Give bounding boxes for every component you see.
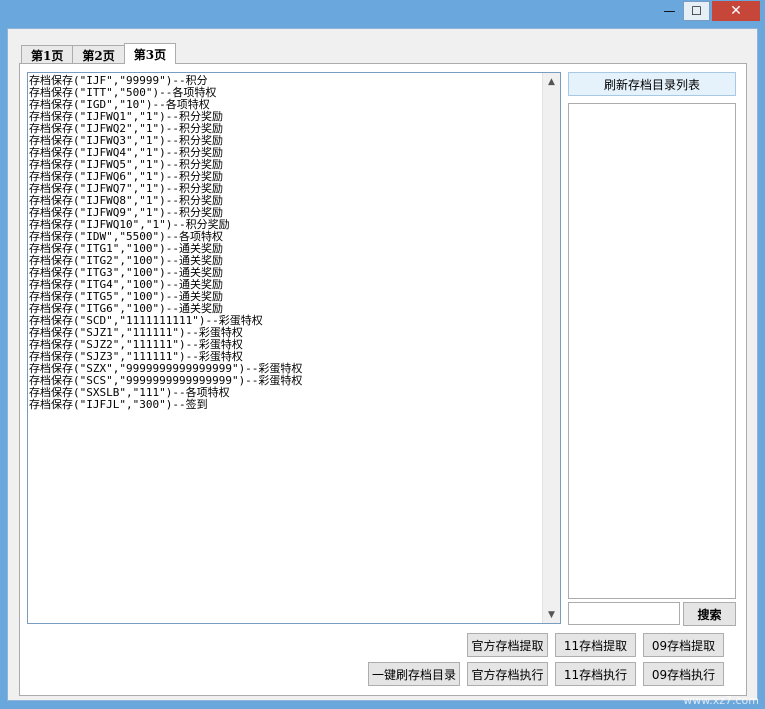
tab-page-2[interactable]: 第2页 [72, 45, 125, 64]
extract-09-button[interactable]: 09存档提取 [643, 633, 724, 657]
execute-11-button[interactable]: 11存档执行 [555, 662, 636, 686]
official-execute-button[interactable]: 官方存档执行 [467, 662, 548, 686]
refresh-archive-list-button[interactable]: 刷新存档目录列表 [568, 72, 736, 96]
official-extract-button[interactable]: 官方存档提取 [467, 633, 548, 657]
search-input[interactable] [568, 602, 680, 625]
execute-09-button[interactable]: 09存档执行 [643, 662, 724, 686]
script-line: 存档保存("IJFJL","300")--签到 [29, 398, 208, 411]
close-button[interactable]: ✕ [712, 1, 760, 21]
scroll-down-icon[interactable]: ▼ [543, 606, 560, 623]
tab-page-1[interactable]: 第1页 [21, 45, 74, 64]
tab-strip: 第1页 第2页 第3页 [21, 43, 177, 64]
title-bar: — ☐ ✕ [0, 0, 765, 28]
app-window: — ☐ ✕ 第1页 第2页 第3页 存档保存("IJF","99999")--积… [0, 0, 765, 709]
refresh-all-archives-button[interactable]: 一键刷存档目录 [368, 662, 460, 686]
watermark: www.xz7.com [683, 694, 759, 707]
client-area: 第1页 第2页 第3页 存档保存("IJF","99999")--积分 存档保存(… [7, 28, 758, 701]
tab-panel: 存档保存("IJF","99999")--积分 存档保存("ITT","500")… [19, 63, 747, 696]
script-lines: 存档保存("IJF","99999")--积分 存档保存("ITT","500")… [29, 75, 542, 411]
search-button[interactable]: 搜索 [683, 602, 736, 626]
editor-scrollbar[interactable]: ▲ ▼ [542, 73, 560, 623]
minimize-button[interactable]: — [656, 1, 683, 21]
maximize-button[interactable]: ☐ [683, 1, 710, 21]
archive-directory-list[interactable] [568, 103, 736, 599]
extract-11-button[interactable]: 11存档提取 [555, 633, 636, 657]
tab-page-3[interactable]: 第3页 [123, 43, 177, 64]
script-editor[interactable]: 存档保存("IJF","99999")--积分 存档保存("ITT","500")… [27, 72, 561, 624]
scroll-up-icon[interactable]: ▲ [543, 73, 560, 90]
